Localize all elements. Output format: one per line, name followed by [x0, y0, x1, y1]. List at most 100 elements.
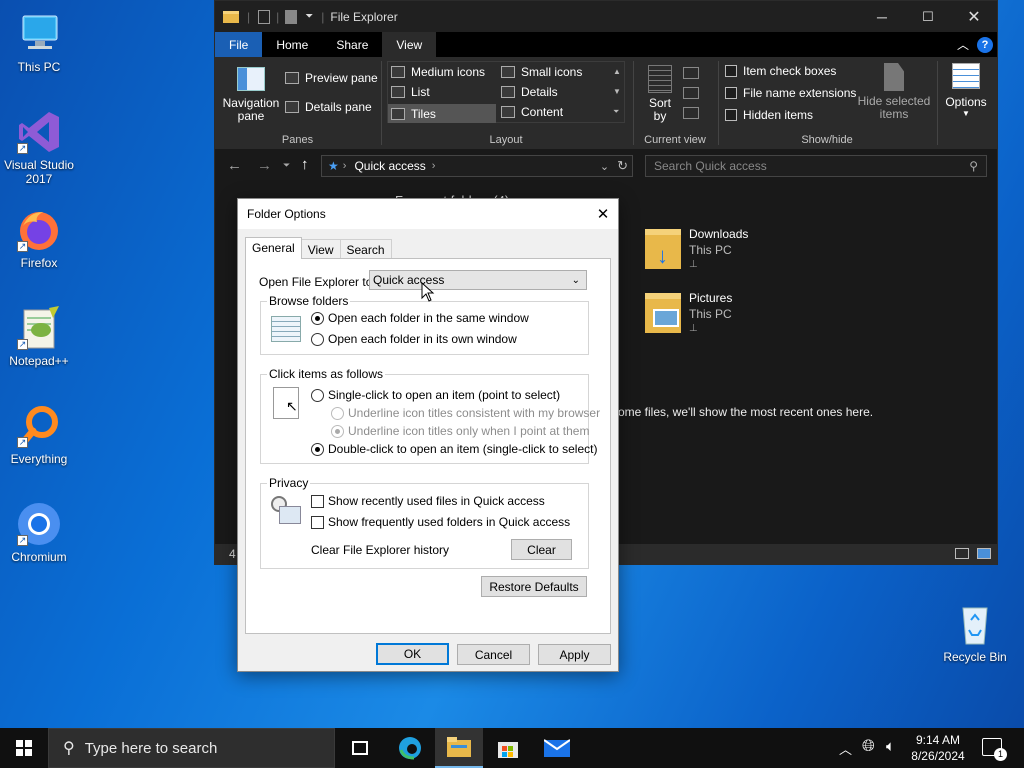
clear-history-button[interactable]: Clear [511, 539, 572, 560]
up-arrow-icon[interactable]: ↑ [301, 156, 309, 173]
layout-tiles[interactable]: Tiles [388, 104, 496, 123]
preview-pane-button[interactable]: Preview pane [285, 71, 378, 85]
back-arrow-icon[interactable]: ← [227, 157, 242, 174]
restore-defaults-button[interactable]: Restore Defaults [481, 576, 587, 597]
checkbox-frequent-folders-input[interactable] [311, 515, 324, 529]
folder-options-dialog: Folder Options ✕ General View Search Ope… [237, 198, 619, 672]
breadcrumb-quick-access[interactable]: Quick access [354, 159, 425, 173]
properties-quick-icon[interactable] [258, 9, 271, 24]
checkbox-frequent-folders[interactable]: Show frequently used folders in Quick ac… [311, 515, 570, 529]
desktop-icon-visual-studio[interactable]: ↗ Visual Studio 2017 [0, 108, 78, 186]
large-icons-view-icon[interactable] [977, 548, 991, 559]
hide-selected-items-button[interactable]: Hide selected items [857, 63, 931, 121]
radio-same-window[interactable]: Open each folder in the same window [311, 311, 529, 325]
radio-underline-browser-input[interactable] [331, 406, 344, 420]
layout-medium-icons[interactable]: Medium icons [391, 65, 485, 79]
add-columns-icon[interactable] [683, 87, 699, 99]
desktop-icon-notepad-plus-plus[interactable]: ↗ Notepad++ [0, 304, 78, 368]
volume-muted-icon[interactable]: 🔈︎ [886, 738, 895, 755]
radio-single-click-input[interactable] [311, 388, 324, 402]
ok-button[interactable]: OK [376, 643, 449, 665]
desktop-icon-recycle-bin[interactable]: Recycle Bin [936, 600, 1014, 664]
breadcrumb-chevron-icon[interactable]: › [432, 160, 436, 172]
apply-button[interactable]: Apply [538, 644, 611, 665]
open-explorer-to-select[interactable]: Quick access ⌄ [369, 270, 587, 290]
checkbox-recent-files[interactable]: Show recently used files in Quick access [311, 494, 545, 508]
radio-double-click[interactable]: Double-click to open an item (single-cli… [311, 442, 597, 456]
network-globe-icon[interactable]: 🌐︎ [862, 738, 875, 756]
item-check-boxes-checkbox[interactable] [725, 65, 737, 77]
radio-double-click-input[interactable] [311, 442, 324, 456]
collapse-ribbon-icon[interactable]: ︿ [957, 36, 969, 53]
radio-own-window-input[interactable] [311, 332, 324, 346]
layout-details[interactable]: Details [501, 85, 558, 99]
tab-view[interactable]: View [382, 32, 437, 57]
radio-own-window[interactable]: Open each folder in its own window [311, 332, 517, 346]
desktop-icon-firefox[interactable]: ↗ Firefox [0, 206, 78, 270]
notification-center-button[interactable]: 1 [982, 738, 1007, 761]
sort-by-button[interactable]: Sort by [643, 65, 677, 123]
radio-underline-browser[interactable]: Underline icon titles consistent with my… [331, 406, 600, 420]
layout-scroll-down-icon[interactable]: ▼ [613, 87, 621, 96]
radio-underline-point[interactable]: Underline icon titles only when I point … [331, 424, 589, 438]
task-view-button[interactable] [336, 728, 384, 768]
tab-view[interactable]: View [300, 239, 341, 259]
help-icon[interactable]: ? [977, 36, 993, 53]
layout-content[interactable]: Content [501, 105, 563, 119]
taskbar-edge[interactable] [386, 728, 434, 768]
details-view-icon[interactable] [955, 548, 969, 559]
desktop-icon-this-pc[interactable]: This PC [0, 10, 78, 74]
taskbar-file-explorer[interactable] [435, 728, 483, 768]
recent-locations-icon[interactable]: ⏷ [283, 160, 290, 171]
hidden-items-toggle[interactable]: Hidden items [725, 108, 813, 122]
layout-expand-icon[interactable]: ⏷ [613, 107, 619, 117]
item-check-boxes-toggle[interactable]: Item check boxes [725, 64, 836, 78]
minimize-button[interactable]: ─ [859, 9, 905, 25]
start-button[interactable] [0, 728, 48, 768]
desktop-icon-label: Firefox [20, 256, 58, 270]
taskbar-store[interactable] [484, 728, 532, 768]
taskbar-mail[interactable] [533, 728, 581, 768]
tab-search[interactable]: Search [339, 239, 392, 259]
search-quick-access-input[interactable]: Search Quick access ⚲ [645, 155, 987, 177]
group-by-icon[interactable] [683, 67, 699, 79]
size-columns-icon[interactable] [683, 107, 699, 119]
same-window-label: Open each folder in the same window [328, 311, 529, 325]
tab-general[interactable]: General [245, 237, 302, 259]
folder-tile-downloads[interactable]: ↓ Downloads This PC ⊥ [643, 225, 803, 277]
taskbar-search-input[interactable]: ⚲ Type here to search [48, 728, 335, 768]
address-dropdown-icon[interactable]: ⌄ [600, 160, 609, 173]
file-name-extensions-toggle[interactable]: File name extensions [725, 86, 856, 100]
folder-tile-pictures[interactable]: Pictures This PC ⊥ [643, 289, 803, 341]
file-name-extensions-checkbox[interactable] [725, 87, 737, 99]
tab-share[interactable]: Share [322, 32, 382, 57]
tab-file[interactable]: File [215, 32, 263, 57]
maximize-button[interactable]: ☐ [905, 9, 951, 25]
layout-small-icons[interactable]: Small icons [501, 65, 582, 79]
close-button[interactable]: ✕ [951, 7, 997, 27]
layout-list[interactable]: List [391, 85, 430, 99]
clock[interactable]: 9:14 AM 8/26/2024 [906, 732, 970, 764]
show-hidden-icons-chevron-icon[interactable]: ︿ [839, 739, 852, 758]
double-click-label: Double-click to open an item (single-cli… [328, 442, 598, 456]
address-box[interactable]: ★ › Quick access › ⌄ ↻ [321, 155, 633, 177]
navigation-pane-button[interactable]: Navigation pane [221, 63, 281, 123]
new-folder-quick-icon[interactable] [285, 9, 298, 24]
radio-underline-point-input[interactable] [331, 424, 344, 438]
hidden-items-checkbox[interactable] [725, 109, 737, 121]
tab-home[interactable]: Home [262, 32, 322, 57]
forward-arrow-icon[interactable]: → [257, 157, 272, 174]
radio-same-window-input[interactable] [311, 311, 324, 325]
desktop-icon-everything[interactable]: ↗ Everything [0, 402, 78, 466]
dialog-close-button[interactable]: ✕ [588, 205, 618, 223]
checkbox-recent-files-input[interactable] [311, 494, 324, 508]
desktop-icon-chromium[interactable]: ↗ Chromium [0, 500, 78, 564]
layout-scroll-up-icon[interactable]: ▲ [613, 67, 621, 76]
quick-access-toolbar-dropdown-icon[interactable]: ⏷ [305, 11, 313, 22]
radio-single-click[interactable]: Single-click to open an item (point to s… [311, 388, 560, 402]
refresh-icon[interactable]: ↻ [617, 158, 628, 174]
details-pane-button[interactable]: Details pane [285, 100, 372, 114]
folder-location: This PC [689, 243, 732, 257]
options-button[interactable]: Options ▼ [941, 63, 991, 118]
cancel-button[interactable]: Cancel [457, 644, 530, 665]
